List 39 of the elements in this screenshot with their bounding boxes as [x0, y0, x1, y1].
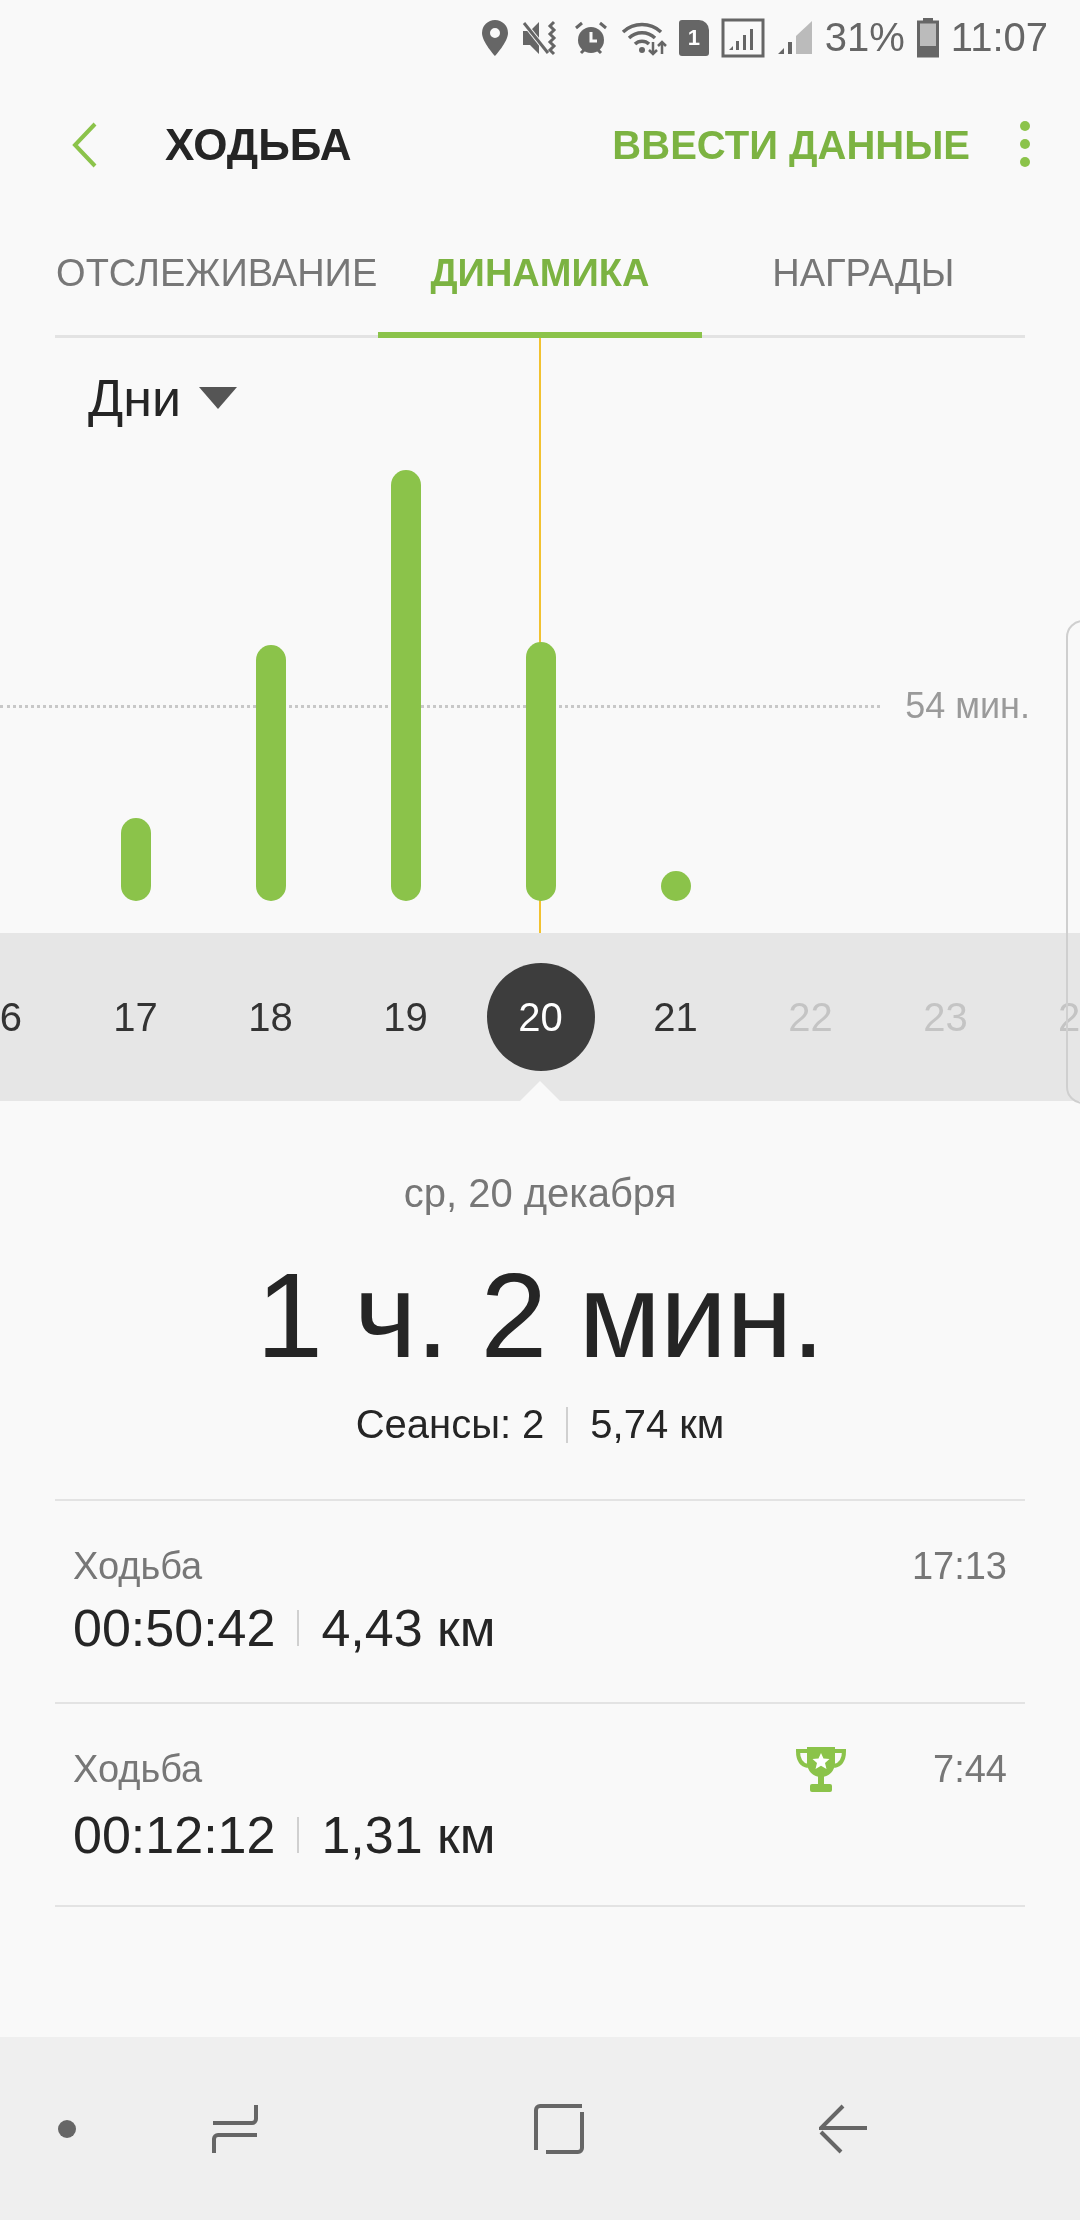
session-count: Сеансы: 2	[355, 1402, 545, 1447]
selected-date: ср, 20 декабря	[403, 1171, 677, 1216]
tab[interactable]: НАГРАДЫ	[701, 215, 1025, 338]
total-duration: 1 ч. 2 мин.	[256, 1247, 824, 1384]
page-title: ХОДЬБА	[165, 120, 353, 170]
recent-apps-button[interactable]	[211, 2102, 259, 2155]
reference-label: 54 мин.	[905, 685, 1030, 727]
session-name: Ходьба	[73, 1748, 204, 1791]
session-distance: 1,31 км	[321, 1804, 496, 1865]
home-button[interactable]	[534, 2103, 584, 2154]
alarm-icon	[572, 19, 609, 56]
day-item[interactable]: 21	[621, 963, 730, 1071]
day-item[interactable]: 18	[216, 963, 325, 1071]
day-item[interactable]: 17	[81, 963, 190, 1071]
location-icon	[480, 19, 509, 56]
back-nav-button[interactable]	[819, 2103, 867, 2154]
battery-icon	[916, 17, 939, 58]
session-row[interactable]: Ходьба 7:44 00:12:12 1,31 км	[55, 1704, 1025, 1907]
tab[interactable]: ОТСЛЕЖИВАНИЕ	[55, 215, 379, 338]
activity-dot	[660, 871, 691, 901]
dropdown-caret-icon[interactable]	[199, 387, 237, 409]
session-duration: 00:50:42	[73, 1598, 276, 1658]
session-distance: 4,43 км	[321, 1598, 496, 1658]
day-item[interactable]: 19	[351, 963, 460, 1071]
sim-indicator: 1	[678, 19, 709, 56]
period-dropdown[interactable]: Дни	[88, 368, 237, 428]
signal-icon	[776, 19, 813, 56]
session-name: Ходьба	[73, 1545, 204, 1588]
signal-icon	[720, 17, 765, 58]
session-time: 17:13	[910, 1545, 1007, 1588]
dot-icon	[58, 2119, 76, 2138]
clock: 11:07	[950, 15, 1048, 60]
battery-percent: 31%	[824, 15, 905, 60]
day-item[interactable]: 6	[0, 963, 22, 1071]
session-row[interactable]: Ходьба 17:13 00:50:42 4,43 км	[55, 1501, 1025, 1704]
day-item[interactable]: 20	[486, 963, 595, 1071]
total-distance: 5,74 км	[590, 1402, 725, 1447]
session-time: 7:44	[932, 1748, 1007, 1791]
session-duration: 00:12:12	[73, 1804, 276, 1865]
